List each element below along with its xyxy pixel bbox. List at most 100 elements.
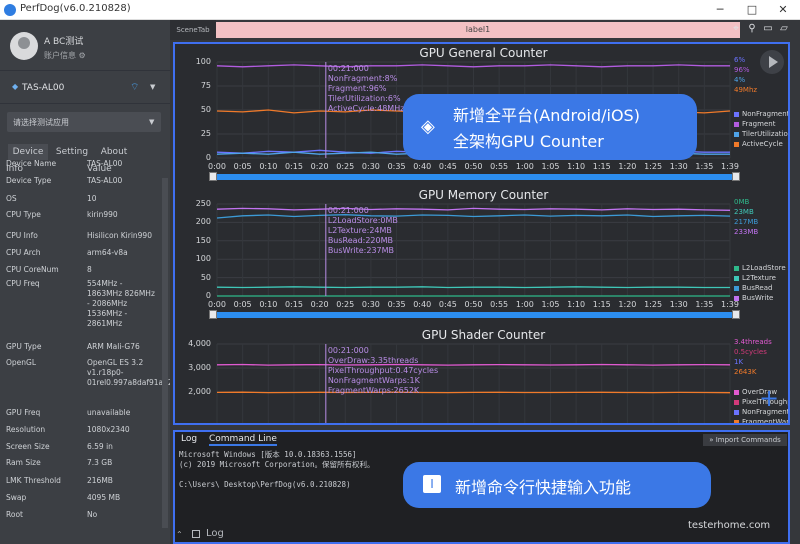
account-info-label: 账户信息 [44,51,76,60]
x-tick-label: 0:35 [387,162,406,171]
time-range-slider[interactable] [213,174,734,180]
x-tick-label: 1:10 [567,162,586,171]
divider [0,70,170,71]
y-tick-label: 250 [195,199,211,208]
series-current-value: 4% [734,76,746,84]
account-info-link[interactable]: 账户信息 ⚙ [44,50,86,61]
tab-setting[interactable]: Setting [52,144,92,160]
sidebar: A BC测试 账户信息 ⚙ ◆ TAS-AL00 ⌔ ▼ 请选择测试应用 ▼ D… [0,20,259,544]
series-current-value: 3.4threads [734,338,772,346]
slider-left-handle[interactable] [209,310,217,319]
x-tick-label: 1:15 [592,300,611,309]
scene-tab[interactable]: SceneTab [170,20,216,40]
y-tick-label: 100 [195,254,211,264]
close-button[interactable]: ✕ [768,0,798,20]
info-key: Resolution [6,425,46,434]
y-tick-label: 2,000 [188,387,211,396]
legend-item: FragmentWarps [734,418,788,423]
chart-panel: GPU General Counter 100 75 50 25 0 0:00 0:05 0:1… [173,42,790,425]
legend-swatch [734,141,739,147]
window-title: PerfDog(v6.0.210828) [20,3,131,14]
legend-swatch [734,275,739,281]
x-tick-label: 0:35 [387,300,406,309]
x-tick-label: 1:10 [567,300,586,309]
legend-label: TilerUtilization [742,130,790,138]
info-key: CPU Freq [6,279,40,288]
slider-right-handle[interactable] [732,310,740,319]
command-output[interactable]: Microsoft Windows [版本 10.0.18363.1556] (… [179,450,374,490]
info-key: Root [6,510,23,519]
location-icon[interactable]: ⌖ [730,23,742,35]
x-tick-label: 0:05 [233,162,252,171]
app-logo-icon [4,4,16,16]
console-line: Microsoft Windows [版本 10.0.18363.1556] [179,450,357,459]
import-commands-button[interactable]: » Import Commands [703,434,787,446]
info-value: 6.59 in [87,442,113,451]
x-tick-label: 1:15 [592,162,611,171]
info-value: 554MHz - 1863MHz 826MHz - 2086MHz 1536MH… [87,279,155,328]
legend-swatch [734,409,739,415]
chart-title: GPU Memory Counter [418,188,549,202]
info-key: Swap [6,493,27,502]
legend-swatch [734,399,739,405]
add-icon[interactable]: + [759,384,779,412]
cursor-annotation: L2Texture:24MB [327,226,392,235]
tab-about[interactable]: About [96,144,132,160]
app-select-placeholder: 请选择测试应用 [13,118,69,127]
open-folder-icon[interactable]: ▱ [778,23,790,35]
maximize-button[interactable]: □ [737,0,767,20]
scene-label-bar[interactable]: label1 [216,22,740,38]
cursor-annotation: BusRead:220MB [327,236,393,245]
x-tick-label: 1:39 [721,162,739,171]
device-name: TAS-AL00 [22,83,65,93]
user-panel[interactable]: A BC测试 账户信息 ⚙ [10,28,160,72]
minimize-button[interactable]: ─ [705,0,735,20]
x-tick-label: 1:00 [515,162,534,171]
x-tick-label: 0:45 [438,162,457,171]
cursor-annotation: PixelThroughput:0.47cycles [327,366,439,375]
callout-cmd-text: 新增命令行快捷输入功能 [455,478,632,497]
slider-left-handle[interactable] [209,172,217,181]
console-line: C:\Users\ Desktop\PerfDog(v6.0.210828) [179,480,351,489]
x-tick-label: 1:05 [541,300,560,309]
sidebar-scrollbar[interactable] [162,178,168,528]
tab-command-line[interactable]: Command Line [209,434,277,446]
info-value: Hisilicon Kirin990 [87,231,152,240]
app-select[interactable]: 请选择测试应用 ▼ [7,112,161,132]
legend-label: BusRead [742,284,773,292]
legend-label: ActiveCycle [742,140,783,148]
y-tick-label: 3,000 [188,363,211,372]
command-line-callout: I 新增命令行快捷输入功能 [403,462,711,508]
title-bar: PerfDog(v6.0.210828) ─ □ ✕ [0,0,800,20]
y-tick-label: 4,000 [188,339,211,348]
info-key: Ram Size [6,458,41,467]
chevron-up-icon[interactable]: ⌃ [176,530,183,539]
series-line-fragmentwarps [216,391,731,394]
x-tick-label: 1:05 [541,162,560,171]
x-tick-label: 0:25 [336,162,355,171]
sidebar-tabs: Device Setting About [8,144,162,160]
slider-right-handle[interactable] [732,172,740,181]
tab-log[interactable]: Log [181,434,197,444]
legend-label: Fragment [742,120,776,128]
info-value: 7.3 GB [87,458,113,467]
folder-icon[interactable]: ▭ [762,23,774,35]
cursor-annotation: 00:21:000 [327,64,369,73]
x-tick-label: 0:00 [208,300,226,309]
info-key: Device Name [6,159,57,168]
callout-gpu-line1: 新增全平台(Android/iOS) [453,106,640,125]
series-line-overdraw [216,363,731,366]
chevron-down-icon: ▼ [149,118,155,126]
device-select[interactable]: ◆ TAS-AL00 ⌔ ▼ [8,80,162,98]
x-tick-label: 0:30 [361,162,380,171]
tab-device[interactable]: Device [8,144,48,160]
x-tick-label: 0:20 [310,300,329,309]
pin-icon[interactable]: ⚲ [746,23,758,35]
bottom-log-label[interactable]: Log [206,528,224,539]
info-value: ARM Mali-G76 [87,342,140,351]
series-current-value: 217MB [734,218,759,226]
time-range-slider[interactable] [213,312,734,318]
series-current-value: 0.5cycles [734,348,767,356]
info-key: CPU CoreNum [6,265,59,274]
